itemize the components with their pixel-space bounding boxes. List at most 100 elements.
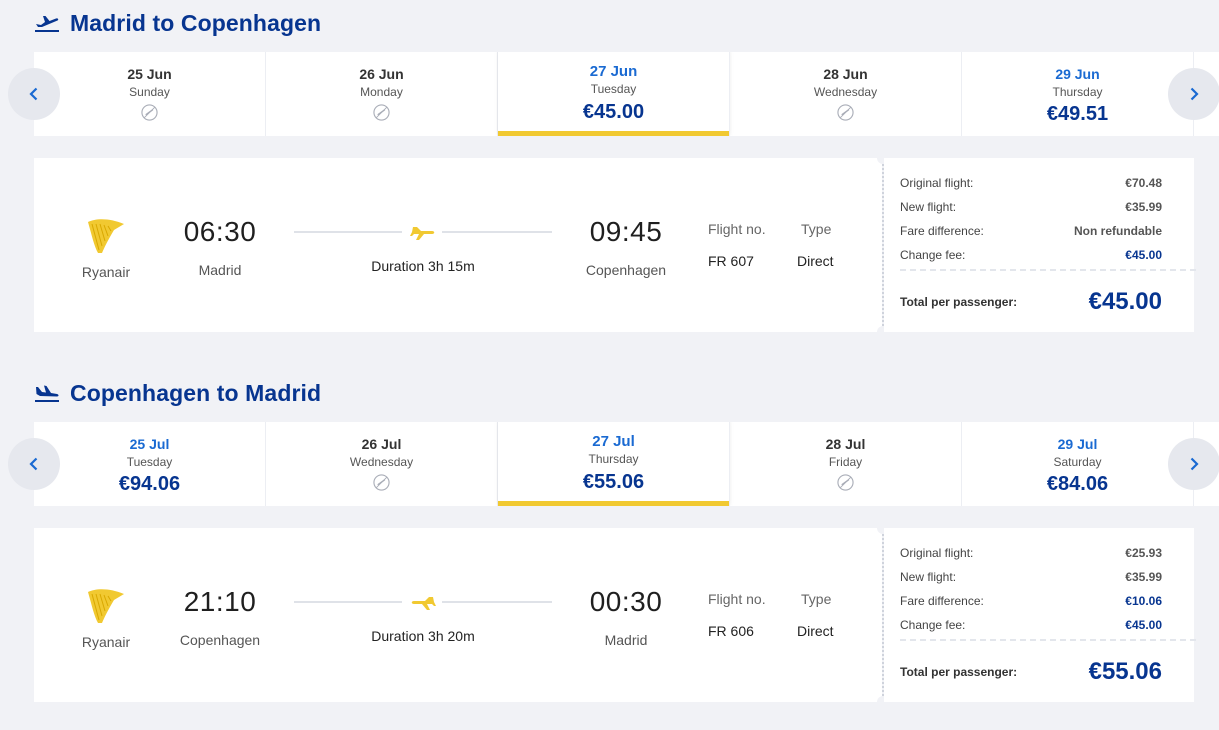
airline-name: Ryanair (81, 634, 131, 650)
fare-difference-value: Non refundable (1073, 224, 1162, 238)
new-flight-label: New flight: (900, 570, 957, 584)
return-section: Copenhagen to Madrid 25 Jul Tuesday €94.06… (0, 370, 1219, 710)
previous-dates-button[interactable] (8, 438, 60, 490)
departure-time: 06:30 (183, 216, 257, 247)
previous-dates-button[interactable] (8, 68, 60, 120)
no-flights-icon (373, 104, 390, 121)
fare-difference-label: Fare difference: (900, 594, 984, 608)
date-card[interactable]: 26 Jun Monday (266, 52, 498, 136)
date-label: 28 Jul (825, 436, 866, 452)
airline-name: Ryanair (81, 264, 131, 280)
weekday-label: Wednesday (349, 455, 414, 469)
date-card[interactable]: 28 Jun Wednesday (730, 52, 962, 136)
outbound-section: Madrid to Copenhagen 25 Jun Sunday 26 Jun… (0, 0, 1219, 340)
change-fee-value: €45.00 (1125, 618, 1162, 632)
weekday-label: Monday (360, 85, 403, 99)
flight-details: Ryanair 06:30 Madrid Duration 3h 15m 09:… (34, 158, 882, 332)
ryanair-harp-logo (88, 589, 124, 623)
new-flight-price: €35.99 (1125, 570, 1162, 584)
chevron-right-icon (1190, 457, 1199, 471)
total-row: Total per passenger: €55.06 (900, 658, 1162, 686)
date-label: 29 Jun (1055, 66, 1100, 82)
change-fee-label: Change fee: (900, 618, 966, 632)
flight-type: Direct (797, 623, 834, 639)
total-row: Total per passenger: €45.00 (900, 288, 1162, 316)
flight-number: FR 606 (708, 623, 754, 639)
weekday-label: Thursday (588, 452, 639, 466)
date-card[interactable]: 25 Jun Sunday (34, 52, 266, 136)
plane-icon (410, 227, 435, 240)
date-label: 25 Jul (129, 436, 170, 452)
weekday-label: Sunday (129, 85, 170, 99)
departure-time: 21:10 (183, 586, 257, 617)
flight-details: Ryanair 21:10 Copenhagen Duration 3h 20m… (34, 528, 882, 702)
plane-icon (411, 597, 436, 610)
route-line-left (294, 601, 402, 603)
next-dates-button[interactable] (1168, 68, 1219, 120)
date-card[interactable]: 28 Jul Friday (730, 422, 962, 506)
departure-city: Copenhagen (179, 632, 261, 648)
date-card[interactable]: 29 Jul Saturday €84.06 (962, 422, 1194, 506)
return-flight-card: Ryanair 21:10 Copenhagen Duration 3h 20m… (34, 522, 1196, 708)
weekday-label: Tuesday (590, 82, 637, 96)
new-flight-row: New flight: €35.99 (900, 200, 1162, 214)
summary-separator (900, 639, 1196, 641)
fare-difference-row: Fare difference: Non refundable (900, 224, 1162, 238)
summary-separator (900, 269, 1196, 271)
original-flight-price: €25.93 (1125, 546, 1162, 560)
date-label: 26 Jul (361, 436, 402, 452)
flight-number: FR 607 (708, 253, 754, 269)
date-card[interactable]: 25 Jul Tuesday €94.06 (34, 422, 266, 506)
date-label: 28 Jun (823, 66, 868, 82)
total-price: €45.00 (1088, 288, 1162, 315)
change-fee-row: Change fee: €45.00 (900, 618, 1162, 632)
total-price: €55.06 (1088, 658, 1162, 685)
plane-landing-icon (35, 385, 59, 402)
chevron-right-icon (1190, 87, 1199, 101)
original-flight-price: €70.48 (1125, 176, 1162, 190)
date-label: 27 Jun (589, 63, 638, 80)
outbound-flight-card: Ryanair 06:30 Madrid Duration 3h 15m 09:… (34, 152, 1196, 338)
no-flights-icon (373, 474, 390, 491)
weekday-label: Thursday (1052, 85, 1103, 99)
price-summary: Original flight: €25.93 New flight: €35.99… (884, 528, 1196, 702)
original-flight-row: Original flight: €25.93 (900, 546, 1162, 560)
weekday-label: Tuesday (126, 455, 173, 469)
original-flight-label: Original flight: (900, 176, 974, 190)
outbound-header: Madrid to Copenhagen (34, 8, 321, 38)
flight-type: Direct (797, 253, 834, 269)
route-line-left (294, 231, 402, 233)
date-card[interactable]: 26 Jul Wednesday (266, 422, 498, 506)
route-line-right (442, 601, 552, 603)
original-flight-row: Original flight: €70.48 (900, 176, 1162, 190)
route-line-right (442, 231, 552, 233)
arrival-city: Copenhagen (585, 262, 667, 278)
new-flight-label: New flight: (900, 200, 957, 214)
new-flight-row: New flight: €35.99 (900, 570, 1162, 584)
fare-difference-value: €10.06 (1125, 594, 1162, 608)
date-card-selected[interactable]: 27 Jul Thursday €55.06 (498, 422, 730, 506)
new-flight-price: €35.99 (1125, 200, 1162, 214)
date-card-selected[interactable]: 27 Jun Tuesday €45.00 (498, 52, 730, 136)
return-title: Copenhagen to Madrid (70, 379, 322, 406)
flight-duration: Duration 3h 20m (371, 628, 475, 644)
date-label: 26 Jun (359, 66, 404, 82)
chevron-left-icon (29, 457, 38, 471)
plane-takeoff-icon (35, 16, 59, 32)
outbound-date-selector: 25 Jun Sunday 26 Jun Monday 27 Jun Tuesday €… (34, 52, 1219, 136)
change-fee-value: €45.00 (1125, 248, 1162, 262)
flight-type-label: Type (801, 221, 832, 237)
next-dates-button[interactable] (1168, 438, 1219, 490)
weekday-label: Friday (828, 455, 863, 469)
return-date-selector: 25 Jul Tuesday €94.06 26 Jul Wednesday 27 J… (34, 422, 1219, 506)
total-label: Total per passenger: (900, 665, 1018, 679)
fare-difference-label: Fare difference: (900, 224, 984, 238)
no-flights-icon (837, 474, 854, 491)
change-fee-label: Change fee: (900, 248, 966, 262)
flight-type-label: Type (801, 591, 832, 607)
date-label: 29 Jul (1057, 436, 1098, 452)
weekday-label: Saturday (1053, 455, 1102, 469)
date-price: €49.51 (1046, 103, 1109, 125)
date-label: 25 Jun (127, 66, 172, 82)
date-card[interactable]: 29 Jun Thursday €49.51 (962, 52, 1194, 136)
